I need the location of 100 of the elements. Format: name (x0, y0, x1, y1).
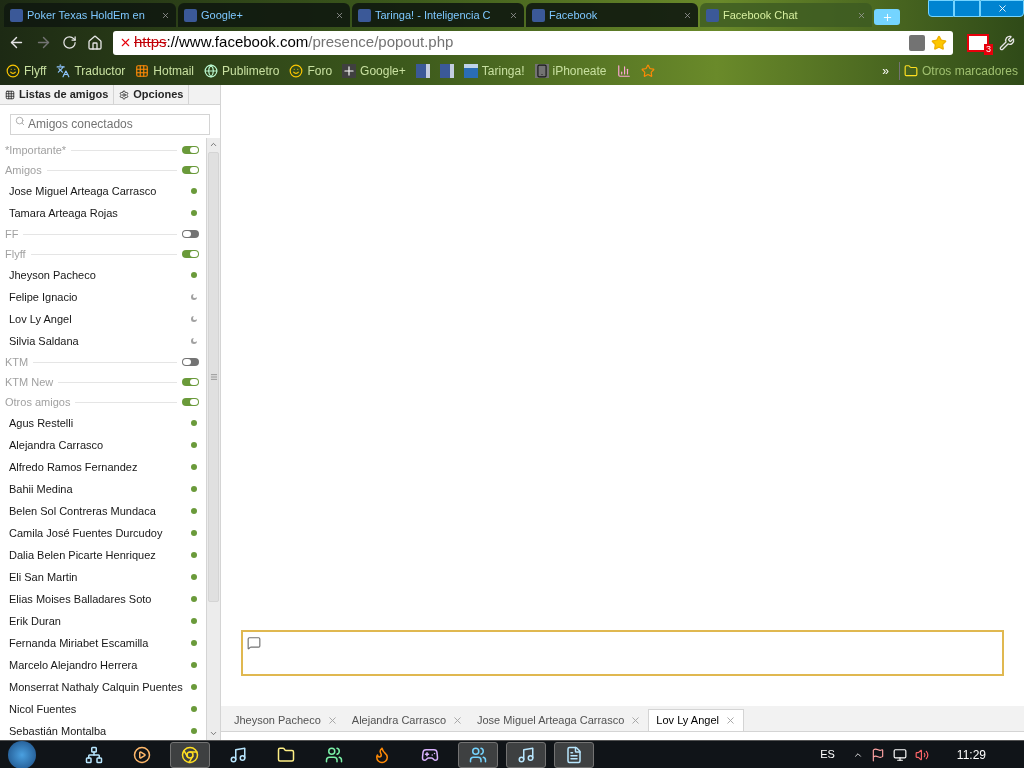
square-logo-icon (463, 63, 478, 78)
chat-tab[interactable]: Alejandra Carrasco (344, 709, 470, 731)
browser-tab[interactable]: Facebook Chat (700, 3, 872, 27)
chat-bubble-icon (247, 636, 261, 650)
start-button[interactable] (8, 740, 36, 768)
friend-item[interactable]: Nicol Fuentes (0, 698, 206, 720)
clock[interactable]: 11:29 (956, 745, 986, 764)
chat-tab[interactable]: Jheyson Pacheco (227, 709, 345, 731)
insecure-icon (119, 36, 132, 49)
reload-icon[interactable] (62, 35, 77, 50)
browser-tab[interactable]: Facebook (526, 3, 698, 27)
taskbar-app[interactable] (458, 741, 498, 768)
close-icon[interactable] (683, 10, 692, 20)
scrollbar-thumb[interactable] (208, 152, 219, 602)
play-icon (133, 745, 151, 764)
other-bookmarks-button[interactable]: Otros marcadores (898, 61, 1018, 80)
smiley-icon (6, 63, 20, 78)
taskbar-app[interactable] (554, 741, 594, 768)
group-toggle[interactable] (182, 378, 199, 386)
bookmark[interactable]: Flyff (6, 61, 47, 80)
close-icon[interactable] (335, 10, 344, 20)
back-icon[interactable] (8, 34, 25, 51)
close-button[interactable] (980, 0, 1024, 17)
close-icon[interactable] (161, 10, 170, 20)
forward-icon[interactable] (35, 34, 52, 51)
flag-icon[interactable] (870, 747, 885, 762)
friend-item[interactable]: Felipe Ignacio (0, 286, 206, 308)
search-field[interactable]: Amigos conectados (10, 113, 210, 135)
friend-item[interactable]: Alejandra Carrasco (0, 434, 206, 456)
tab-title: Facebook (549, 7, 599, 23)
maximize-button[interactable] (954, 0, 980, 17)
chat-tab[interactable]: Jose Miguel Arteaga Carrasco (470, 709, 649, 731)
bookmark[interactable]: Foro (289, 61, 333, 80)
group-toggle[interactable] (182, 358, 199, 366)
browser-tab[interactable]: Google+ (178, 3, 350, 27)
more-bookmarks-button[interactable]: » (882, 61, 889, 80)
friend-item[interactable]: Jose Miguel Arteaga Carrasco (0, 180, 206, 202)
close-icon[interactable] (509, 10, 518, 20)
group-toggle[interactable] (182, 166, 199, 174)
bookmark[interactable]: iPhoneate (534, 61, 607, 80)
favicon-icon (10, 8, 23, 22)
minimize-button[interactable] (928, 0, 954, 17)
friend-item[interactable]: Camila José Fuentes Durcudoy (0, 522, 206, 544)
group-label: KTM New (5, 374, 54, 390)
group-toggle[interactable] (182, 250, 199, 258)
sidebar-tab[interactable]: Listas de amigos (0, 85, 115, 104)
group-toggle[interactable] (182, 230, 199, 238)
group-toggle[interactable] (182, 146, 199, 154)
friend-item[interactable]: Fernanda Miriabet Escamilla (0, 632, 206, 654)
taskbar-app[interactable] (170, 741, 210, 768)
favicon-icon (706, 8, 719, 22)
scroll-down-icon[interactable] (209, 729, 218, 738)
network-status-icon[interactable] (892, 747, 907, 762)
friend-item[interactable]: Lov Ly Angel (0, 308, 206, 330)
browser-tab[interactable]: Poker Texas HoldEm en (4, 3, 176, 27)
bookmark[interactable]: Hotmail (135, 61, 195, 80)
friend-item[interactable]: Erik Duran (0, 610, 206, 632)
friend-item[interactable]: Bahii Medina (0, 478, 206, 500)
windows-icon (135, 63, 150, 78)
home-icon[interactable] (87, 34, 103, 51)
bookmark[interactable]: Taringa! (463, 61, 525, 80)
group-label: KTM (5, 354, 29, 370)
mail-count-badge: 3 (984, 43, 993, 55)
people-icon (325, 745, 343, 764)
new-tab-button[interactable] (874, 9, 900, 25)
music-icon (517, 745, 535, 764)
friend-item[interactable]: Eli San Martin (0, 566, 206, 588)
friend-item[interactable]: Monserrat Nathaly Calquin Puentes (0, 676, 206, 698)
favicon-icon (358, 8, 371, 22)
sidebar-tab[interactable]: Opciones (114, 85, 190, 104)
taskbar-app[interactable] (506, 741, 546, 768)
browser-tab[interactable]: Taringa! - Inteligencia C (352, 3, 524, 27)
settings-icon[interactable] (999, 34, 1015, 51)
friend-item[interactable]: Alfredo Ramos Fernandez (0, 456, 206, 478)
friend-item[interactable]: Dalia Belen Picarte Henriquez (0, 544, 206, 566)
scroll-up-icon[interactable] (209, 140, 218, 149)
language-indicator[interactable]: ES (820, 746, 835, 763)
friend-item[interactable]: Marcelo Alejandro Herrera (0, 654, 206, 676)
group-toggle[interactable] (182, 398, 199, 406)
friend-item[interactable]: Silvia Saldana (0, 330, 206, 352)
friend-item[interactable]: Belen Sol Contreras Mundaca (0, 500, 206, 522)
friend-item[interactable]: Sebastián Montalba (0, 720, 206, 740)
bookmark[interactable]: Google+ (342, 61, 406, 80)
friend-item[interactable]: Jheyson Pacheco (0, 264, 206, 286)
square-logo-icon[interactable] (415, 63, 430, 78)
address-bar[interactable]: https://www.facebook.com/presence/popout.php (113, 30, 953, 55)
friend-item[interactable]: Agus Restelli (0, 412, 206, 434)
tab-title: Facebook Chat (723, 7, 799, 23)
message-input-field[interactable] (241, 630, 1004, 676)
bookmark[interactable]: Traductor (56, 61, 126, 80)
bookmark-star-icon[interactable] (931, 34, 947, 51)
tab-title: Google+ (201, 7, 244, 23)
favicon-icon (532, 8, 545, 22)
group-label: FF (5, 226, 19, 242)
square-logo-icon[interactable] (439, 63, 454, 78)
friend-item[interactable]: Tamara Arteaga Rojas (0, 202, 206, 224)
chat-tab[interactable]: Lov Ly Angel (648, 709, 744, 731)
bookmark[interactable]: Publimetro (204, 61, 280, 80)
friend-item[interactable]: Elias Moises Balladares Soto (0, 588, 206, 610)
volume-icon[interactable] (914, 747, 929, 762)
